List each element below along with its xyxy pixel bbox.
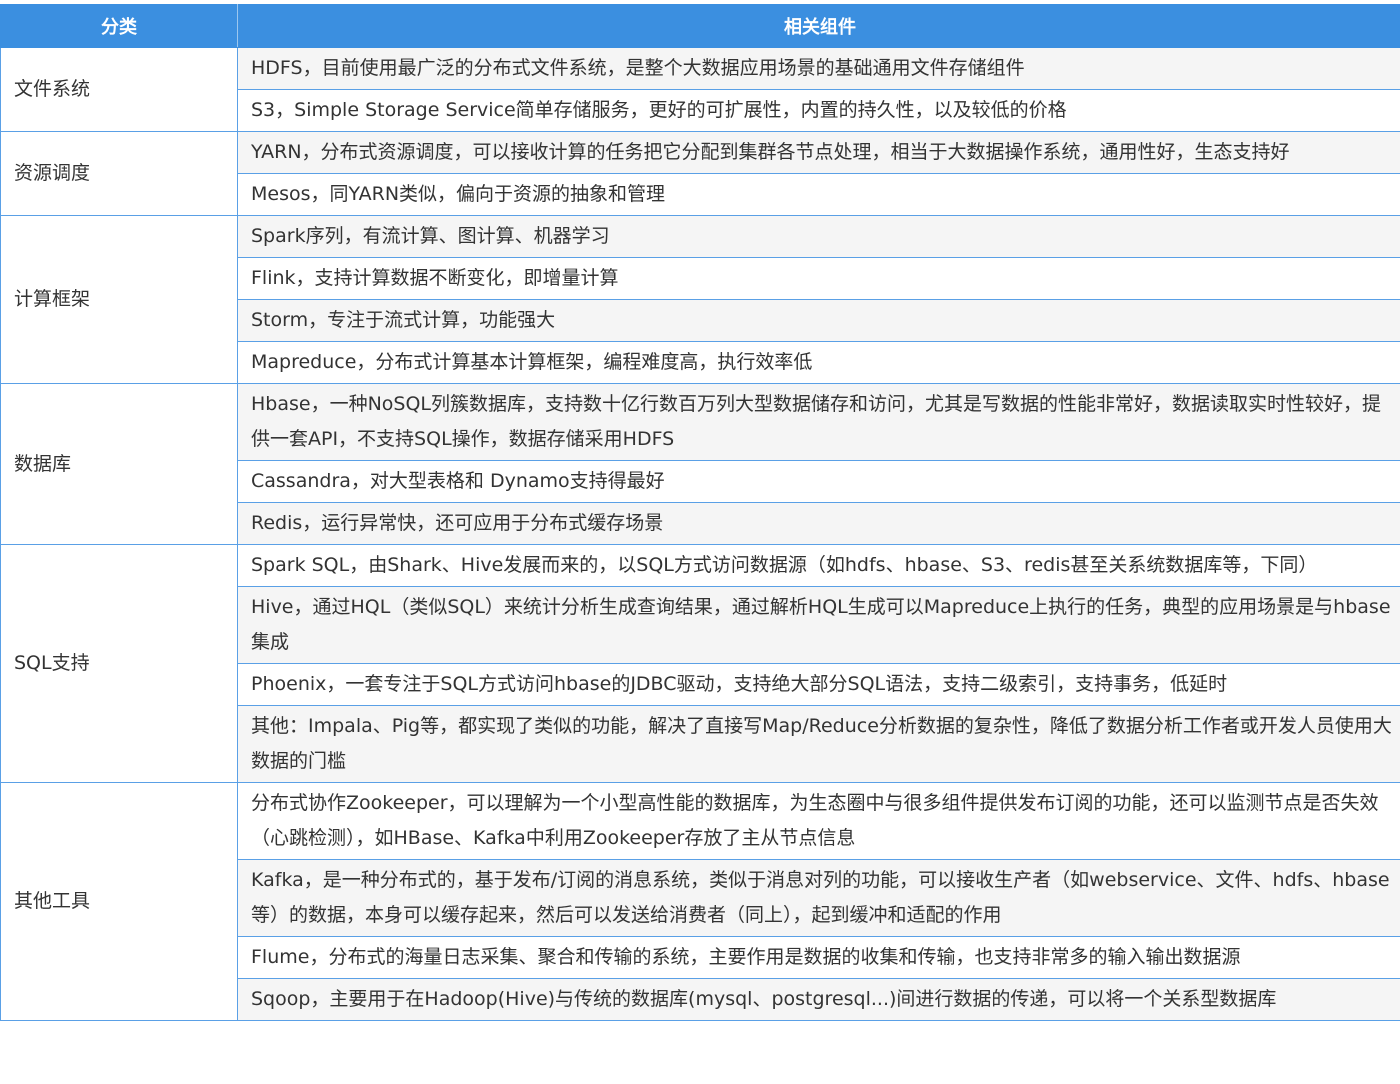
table-row: 计算框架 Spark序列，有流计算、图计算、机器学习 <box>0 215 1400 384</box>
component-cell: Hive，通过HQL（类似SQL）来统计分析生成查询结果，通过解析HQL生成可以… <box>237 586 1400 664</box>
category-cell: 文件系统 <box>0 47 238 132</box>
category-cell: 数据库 <box>0 383 238 545</box>
category-cell: 计算框架 <box>0 215 238 384</box>
component-cell: Hbase，一种NoSQL列簇数据库，支持数十亿行数百万列大型数据储存和访问，尤… <box>237 383 1400 461</box>
category-cell: 资源调度 <box>0 131 238 216</box>
table-body: 文件系统 HDFS，目前使用最广泛的分布式文件系统，是整个大数据应用场景的基础通用… <box>0 47 1400 1021</box>
header-components: 相关组件 <box>237 4 1400 48</box>
component-cell: Spark SQL，由Shark、Hive发展而来的，以SQL方式访问数据源（如… <box>237 544 1400 587</box>
component-cell: 分布式协作Zookeeper，可以理解为一个小型高性能的数据库，为生态圈中与很多… <box>237 782 1400 860</box>
component-cell: Redis，运行异常快，还可应用于分布式缓存场景 <box>237 502 1400 545</box>
component-cell: S3，Simple Storage Service简单存储服务，更好的可扩展性，… <box>237 89 1400 132</box>
component-cell: Flink，支持计算数据不断变化，即增量计算 <box>237 257 1400 300</box>
component-cell: Mapreduce，分布式计算基本计算框架，编程难度高，执行效率低 <box>237 341 1400 384</box>
component-table-container: 分类 相关组件 文件系统 HDFS，目前使用最广泛的分布式文件系统，是整个大数据应… <box>0 4 1400 1084</box>
table-header-row: 分类 相关组件 <box>0 4 1400 48</box>
header-category: 分类 <box>0 4 238 48</box>
component-cell: Phoenix，一套专注于SQL方式访问hbase的JDBC驱动，支持绝大部分S… <box>237 663 1400 706</box>
component-cell: Cassandra，对大型表格和 Dynamo支持得最好 <box>237 460 1400 503</box>
table-row: 数据库 Hbase，一种NoSQL列簇数据库，支持数十亿行数百万列大型数据储存和访… <box>0 383 1400 545</box>
table-row: SQL支持 Spark SQL，由Shark、Hive发展而来的，以SQL方式访问… <box>0 544 1400 783</box>
component-cell: 其他：Impala、Pig等，都实现了类似的功能，解决了直接写Map/Reduc… <box>237 705 1400 783</box>
category-cell: SQL支持 <box>0 544 238 783</box>
component-cell: Storm，专注于流式计算，功能强大 <box>237 299 1400 342</box>
component-cell: HDFS，目前使用最广泛的分布式文件系统，是整个大数据应用场景的基础通用文件存储… <box>237 47 1400 90</box>
table-row: 文件系统 HDFS，目前使用最广泛的分布式文件系统，是整个大数据应用场景的基础通用… <box>0 47 1400 132</box>
bigdata-component-table: 分类 相关组件 文件系统 HDFS，目前使用最广泛的分布式文件系统，是整个大数据应… <box>0 4 1400 1021</box>
table-row: 其他工具 分布式协作Zookeeper，可以理解为一个小型高性能的数据库，为生态圈… <box>0 782 1400 1021</box>
component-cell: Flume，分布式的海量日志采集、聚合和传输的系统，主要作用是数据的收集和传输，… <box>237 936 1400 979</box>
category-cell: 其他工具 <box>0 782 238 1021</box>
component-cell: Mesos，同YARN类似，偏向于资源的抽象和管理 <box>237 173 1400 216</box>
component-cell: Kafka，是一种分布式的，基于发布/订阅的消息系统，类似于消息对列的功能，可以… <box>237 859 1400 937</box>
component-cell: Spark序列，有流计算、图计算、机器学习 <box>237 215 1400 258</box>
component-cell: YARN，分布式资源调度，可以接收计算的任务把它分配到集群各节点处理，相当于大数… <box>237 131 1400 174</box>
table-row: 资源调度 YARN，分布式资源调度，可以接收计算的任务把它分配到集群各节点处理，相… <box>0 131 1400 216</box>
component-cell: Sqoop，主要用于在Hadoop(Hive)与传统的数据库(mysql、pos… <box>237 978 1400 1021</box>
